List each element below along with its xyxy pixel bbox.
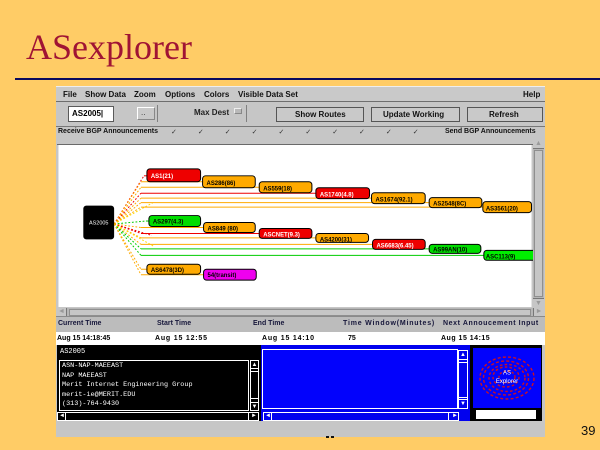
- svg-text:ASC113(9): ASC113(9): [486, 254, 515, 260]
- svg-text:AS99AN(10): AS99AN(10): [433, 247, 467, 253]
- svg-text:AS297(4.3): AS297(4.3): [153, 220, 183, 226]
- svg-text:AS2548(8C): AS2548(8C): [433, 202, 466, 208]
- svg-text:AS6683(6.45): AS6683(6.45): [376, 243, 413, 249]
- svg-text:AS: AS: [503, 371, 511, 377]
- svg-text:AS4200(31): AS4200(31): [320, 237, 352, 243]
- svg-text:AS1(21): AS1(21): [151, 174, 173, 180]
- svg-text:Explorer: Explorer: [496, 379, 518, 385]
- svg-text:54(transit): 54(transit): [208, 273, 237, 279]
- svg-text:AS1740(4.8): AS1740(4.8): [320, 193, 354, 199]
- svg-text:ASCNET(9.3): ASCNET(9.3): [263, 232, 300, 238]
- svg-text:AS286(86): AS286(86): [207, 181, 236, 187]
- svg-text:AS2005: AS2005: [89, 221, 108, 227]
- svg-text:AS849 (80): AS849 (80): [208, 226, 238, 232]
- svg-text:AS3561(20): AS3561(20): [486, 207, 518, 213]
- svg-text:AS6478(3D): AS6478(3D): [151, 268, 184, 274]
- svg-text:AS1674(92.1): AS1674(92.1): [376, 198, 413, 204]
- svg-text:AS559(18): AS559(18): [263, 187, 292, 193]
